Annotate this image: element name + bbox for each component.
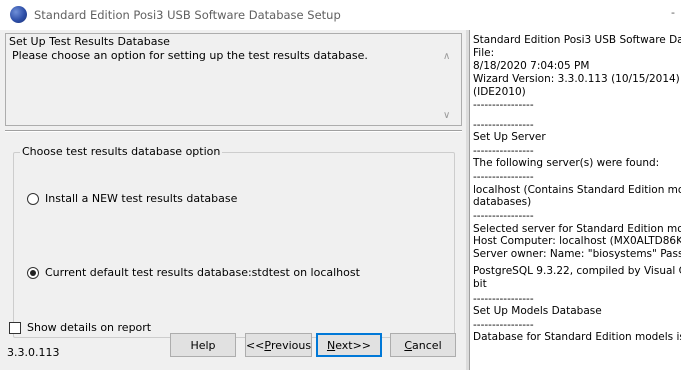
log-line: bit	[473, 278, 487, 290]
log-line: Selected server for Standard Edition mod	[473, 223, 681, 235]
previous-prefix: <<	[245, 338, 265, 352]
db-option-group	[13, 152, 455, 338]
group-legend: Choose test results database option	[20, 145, 223, 158]
step-title: Set Up Test Results Database	[9, 35, 170, 48]
app-globe-icon	[10, 6, 27, 23]
cancel-accel: C	[404, 338, 413, 352]
log-line: Database for Standard Edition models is	[473, 331, 681, 343]
step-header: Set Up Test Results Database Please choo…	[5, 33, 462, 126]
cancel-button[interactable]: Cancel	[390, 333, 456, 357]
log-line: (IDE2010)	[473, 86, 526, 98]
previous-rest: revious	[271, 338, 312, 352]
log-line: ----------------	[473, 145, 534, 157]
log-line: 8/18/2020 7:04:05 PM	[473, 60, 590, 72]
version-label: 3.3.0.113	[7, 346, 60, 359]
radio-current-database-label[interactable]: Current default test results database:st…	[45, 266, 360, 279]
wizard-pane: Set Up Test Results Database Please choo…	[0, 30, 466, 370]
log-line: Set Up Models Database	[473, 305, 602, 317]
show-details-label[interactable]: Show details on report	[27, 321, 151, 334]
radio-new-database[interactable]	[27, 193, 39, 205]
log-line: Wizard Version: 3.3.0.113 (10/15/2014)	[473, 73, 680, 85]
show-details-checkbox[interactable]	[9, 322, 21, 334]
help-button-label: Help	[190, 338, 216, 352]
next-accel: N	[326, 338, 336, 352]
scroll-down-icon[interactable]: ∨	[443, 110, 450, 121]
log-line: Host Computer: localhost (MX0ALTD86K8	[473, 235, 681, 247]
title-bar: Standard Edition Posi3 USB Software Data…	[0, 0, 681, 30]
minimize-button[interactable]: -	[671, 6, 675, 19]
log-line: ----------------	[473, 99, 534, 111]
radio-new-database-label[interactable]: Install a NEW test results database	[45, 192, 237, 205]
previous-accel: P	[264, 338, 272, 352]
log-line: ----------------	[473, 293, 534, 305]
help-button[interactable]: Help	[170, 333, 236, 357]
log-line: databases)	[473, 196, 532, 208]
log-line: localhost (Contains Standard Edition mod	[473, 184, 681, 196]
log-line: ----------------	[473, 171, 534, 183]
radio-current-database[interactable]	[27, 267, 39, 279]
log-line: ----------------	[473, 319, 534, 331]
next-button[interactable]: Next>>	[316, 333, 382, 357]
window-title: Standard Edition Posi3 USB Software Data…	[34, 8, 341, 22]
log-line: Server owner: Name: "biosystems" Pass	[473, 248, 681, 260]
step-description: Please choose an option for setting up t…	[12, 49, 368, 62]
log-line: File:	[473, 47, 495, 59]
next-rest: ext>>	[335, 338, 372, 352]
scroll-up-icon[interactable]: ∧	[443, 51, 450, 62]
log-pane[interactable]: Standard Edition Posi3 USB Software Dat F…	[469, 30, 681, 370]
cancel-rest: ancel	[412, 338, 442, 352]
log-line: ----------------	[473, 210, 534, 222]
separator	[5, 130, 462, 132]
previous-button[interactable]: << Previous	[245, 333, 312, 357]
log-line: Set Up Server	[473, 131, 546, 143]
log-line: The following server(s) were found:	[473, 157, 660, 169]
log-line: PostgreSQL 9.3.22, compiled by Visual C	[473, 265, 681, 277]
log-line: Standard Edition Posi3 USB Software Dat	[473, 34, 681, 46]
log-line: ----------------	[473, 119, 534, 131]
